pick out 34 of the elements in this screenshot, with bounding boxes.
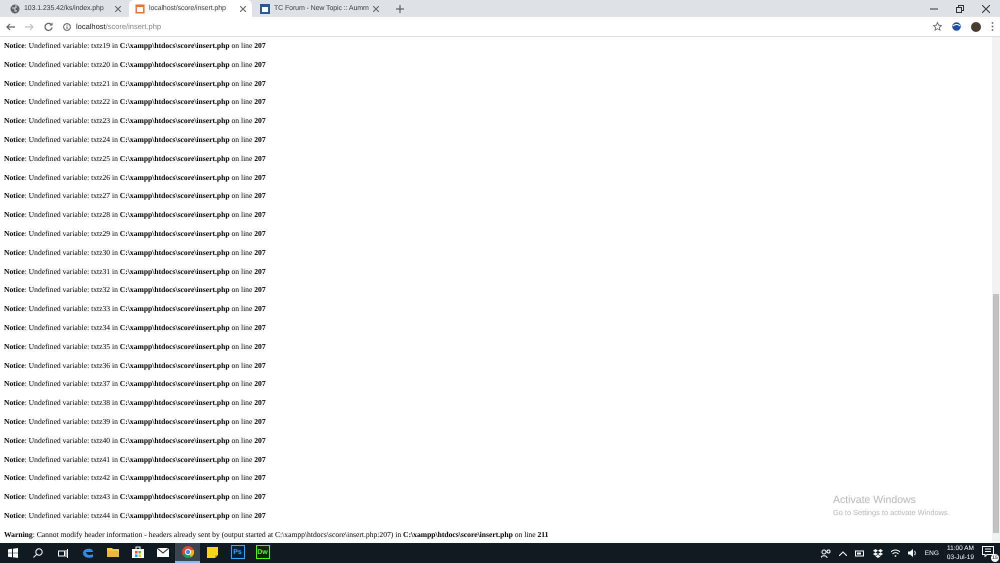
battery-icon[interactable] xyxy=(854,550,865,556)
forum-icon xyxy=(260,4,270,14)
bag-icon[interactable] xyxy=(132,546,144,558)
note-icon[interactable] xyxy=(207,546,218,558)
info-icon xyxy=(63,22,71,30)
edge-icon[interactable] xyxy=(82,546,94,558)
back-icon[interactable] xyxy=(6,22,15,30)
reload-icon[interactable] xyxy=(44,22,53,31)
scrollbar-thumb[interactable] xyxy=(993,294,999,533)
browser-icon[interactable] xyxy=(182,546,194,558)
avatar-icon[interactable] xyxy=(971,22,981,32)
close-icon[interactable] xyxy=(372,6,379,12)
menu-icon[interactable] xyxy=(991,22,994,31)
close-icon[interactable] xyxy=(982,4,990,12)
volume-icon[interactable] xyxy=(908,549,917,557)
mail-icon[interactable] xyxy=(156,548,168,556)
people-icon[interactable] xyxy=(820,548,831,558)
wifi-icon[interactable] xyxy=(890,549,900,557)
dropbox-icon[interactable] xyxy=(872,548,883,558)
chevron-up-icon[interactable] xyxy=(838,550,847,556)
windows-start-icon[interactable] xyxy=(8,548,18,558)
notification-icon[interactable] xyxy=(982,546,994,557)
folder-icon[interactable] xyxy=(106,547,118,557)
page-icon xyxy=(135,4,145,14)
scrollbar[interactable] xyxy=(992,37,1000,543)
extension-icon[interactable] xyxy=(952,22,961,31)
star-icon[interactable] xyxy=(933,22,942,31)
restore-icon[interactable] xyxy=(956,4,964,12)
search-icon[interactable] xyxy=(32,548,42,558)
taskbar-app[interactable] xyxy=(175,543,200,563)
task-view-icon[interactable] xyxy=(58,548,68,558)
close-icon[interactable] xyxy=(240,6,246,12)
activation-title: Activate Windows xyxy=(833,494,916,506)
close-icon[interactable] xyxy=(115,6,121,12)
